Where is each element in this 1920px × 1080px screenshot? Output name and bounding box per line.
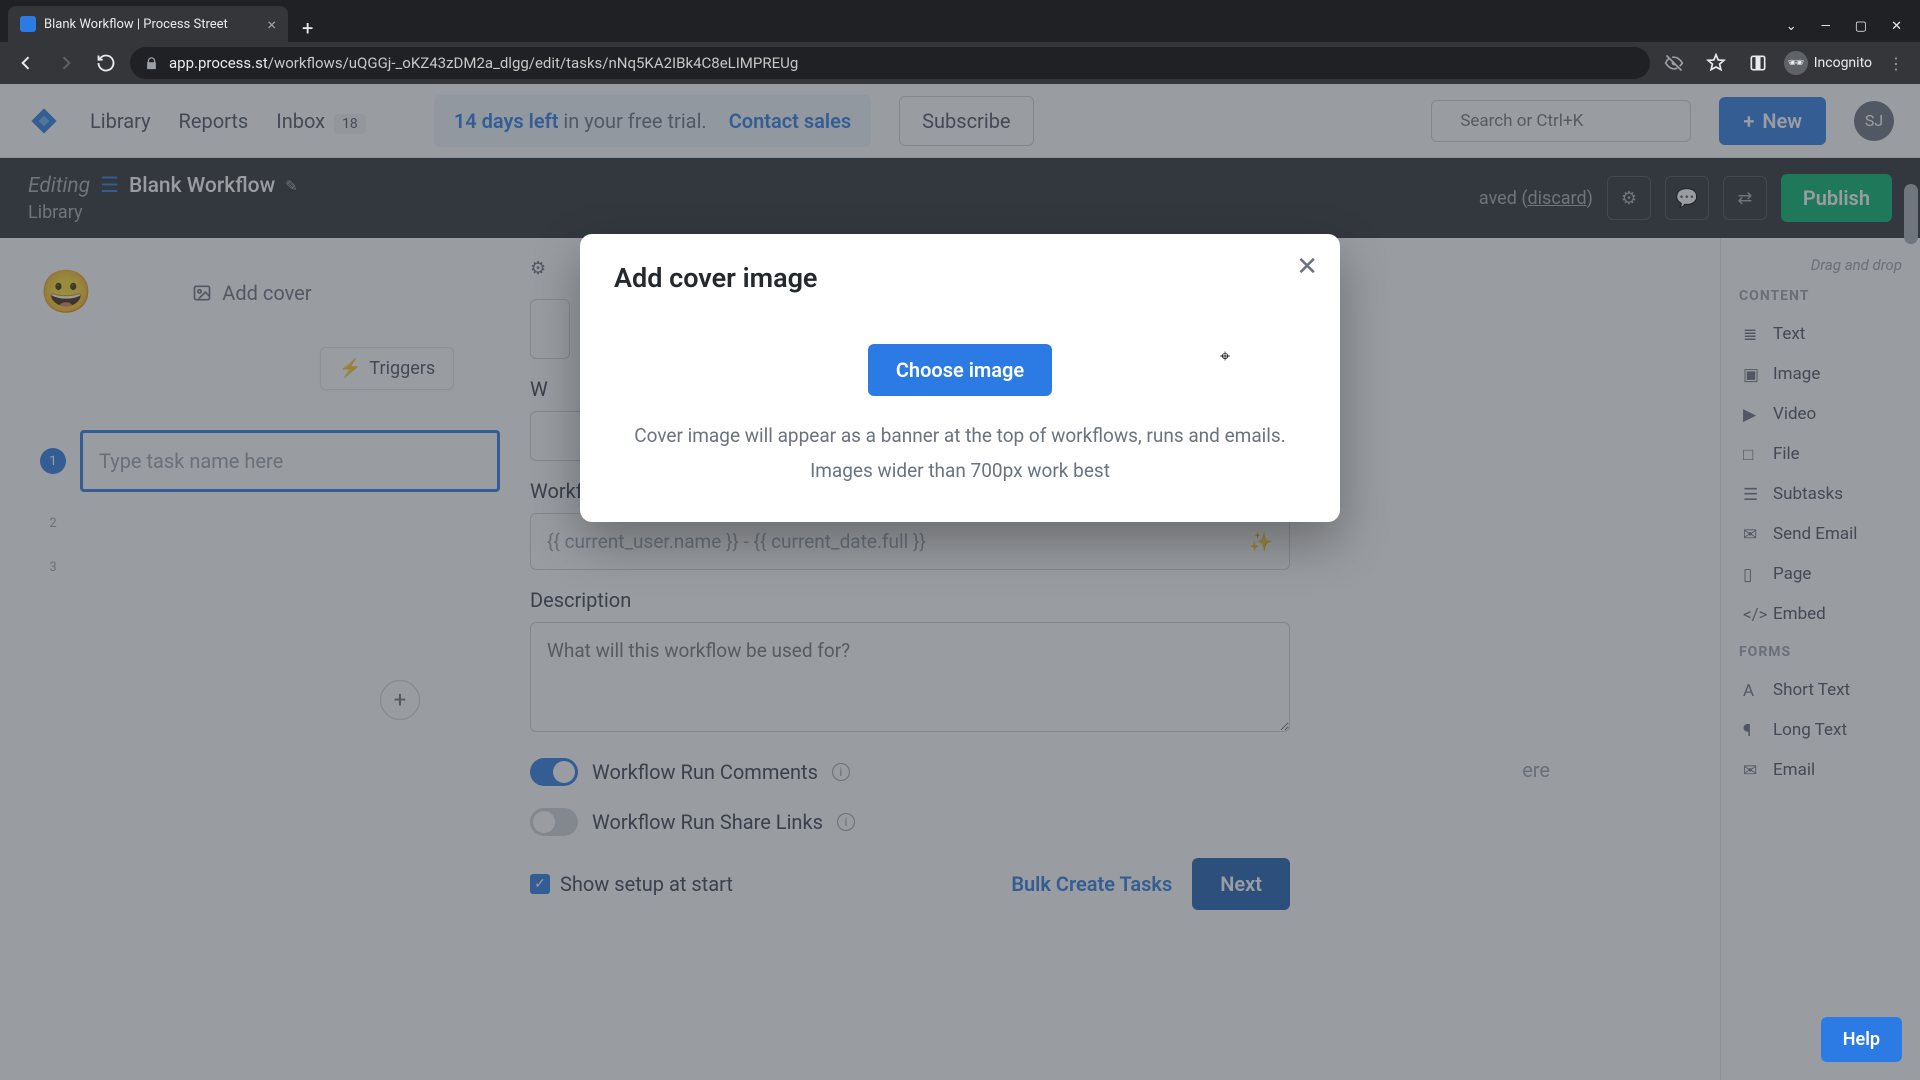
add-cover-modal: Add cover image ✕ Choose image Cover ima… [580, 234, 1340, 522]
eye-off-icon[interactable] [1658, 47, 1690, 79]
modal-help-text-1: Cover image will appear as a banner at t… [614, 422, 1306, 451]
browser-tabstrip: Blank Workflow | Process Street × + ⌄ — … [0, 0, 1920, 42]
favicon [20, 16, 36, 32]
window-close-icon[interactable]: ✕ [1891, 19, 1902, 34]
new-tab-button[interactable]: + [288, 14, 327, 42]
modal-overlay[interactable]: Add cover image ✕ Choose image Cover ima… [0, 84, 1920, 1080]
tab-title: Blank Workflow | Process Street [44, 17, 259, 32]
bookmark-star-icon[interactable] [1700, 47, 1732, 79]
incognito-label: Incognito [1814, 55, 1872, 71]
incognito-icon: 🕶 [1784, 51, 1808, 75]
choose-image-button[interactable]: Choose image [868, 344, 1052, 396]
url-domain: app.process.st [169, 54, 268, 72]
window-controls: ⌄ — ▢ ✕ [1786, 19, 1920, 42]
help-button[interactable]: Help [1821, 1017, 1902, 1062]
extension-icon[interactable] [1742, 47, 1774, 79]
address-bar[interactable]: app.process.st/workflows/uQGGj-_oKZ43zDM… [130, 47, 1650, 79]
forward-button[interactable] [50, 47, 82, 79]
reload-button[interactable] [90, 47, 122, 79]
tab-dropdown-icon[interactable]: ⌄ [1786, 19, 1797, 34]
browser-menu-icon[interactable]: ⋮ [1882, 48, 1910, 79]
tab-close-icon[interactable]: × [267, 15, 276, 34]
incognito-badge[interactable]: 🕶 Incognito [1784, 51, 1872, 75]
window-minimize-icon[interactable]: — [1821, 19, 1831, 34]
modal-close-button[interactable]: ✕ [1296, 252, 1318, 282]
modal-help-text-2: Images wider than 700px work best [614, 459, 1306, 482]
window-maximize-icon[interactable]: ▢ [1855, 19, 1867, 34]
lock-icon [144, 56, 159, 71]
browser-toolbar: app.process.st/workflows/uQGGj-_oKZ43zDM… [0, 42, 1920, 84]
modal-title: Add cover image [614, 262, 1306, 294]
browser-tab[interactable]: Blank Workflow | Process Street × [8, 6, 288, 42]
back-button[interactable] [10, 47, 42, 79]
url-path: /workflows/uQGGj-_oKZ43zDM2a_dlgg/edit/t… [268, 54, 799, 72]
